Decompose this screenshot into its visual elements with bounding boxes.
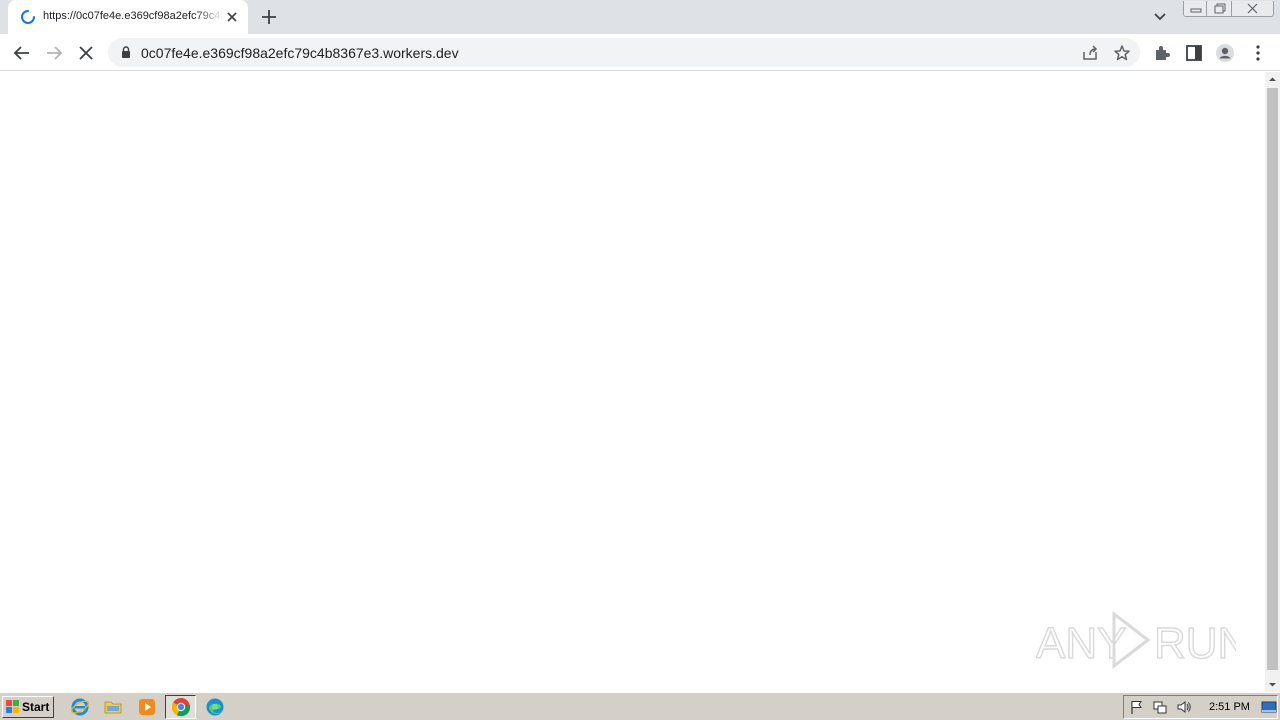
start-label: Start bbox=[22, 700, 50, 714]
tab-title: https://0c07fe4e.e369cf98a2efc79c4b8367e… bbox=[43, 10, 223, 22]
volume-icon[interactable] bbox=[1176, 699, 1192, 715]
minimize-icon bbox=[1190, 8, 1202, 13]
show-desktop-icon[interactable] bbox=[1261, 699, 1277, 715]
windows-taskbar: Start 2:51 PM bbox=[0, 692, 1280, 720]
new-tab-icon[interactable] bbox=[258, 6, 280, 28]
back-icon[interactable] bbox=[11, 42, 33, 64]
scroll-up-arrow-icon[interactable] bbox=[1265, 72, 1280, 87]
page-content[interactable] bbox=[0, 72, 1265, 692]
tab-strip: https://0c07fe4e.e369cf98a2efc79c4b8367e… bbox=[0, 0, 1280, 34]
internet-explorer-icon[interactable] bbox=[70, 697, 90, 717]
media-player-icon[interactable] bbox=[137, 697, 157, 717]
menu-icon[interactable] bbox=[1248, 43, 1268, 63]
window-close-button[interactable] bbox=[1232, 1, 1274, 17]
forward-icon[interactable] bbox=[43, 42, 65, 64]
folder-icon[interactable] bbox=[103, 697, 123, 717]
taskbar-chrome-button[interactable] bbox=[165, 695, 196, 719]
flag-icon[interactable] bbox=[1129, 699, 1145, 715]
stop-icon[interactable] bbox=[75, 42, 97, 64]
restore-icon bbox=[1214, 3, 1226, 14]
network-icon[interactable] bbox=[1152, 699, 1168, 715]
browser-toolbar: 0c07fe4e.e369cf98a2efc79c4b8367e3.worker… bbox=[0, 34, 1280, 71]
window-minimize-button[interactable] bbox=[1183, 1, 1207, 17]
side-panel-icon[interactable] bbox=[1184, 43, 1204, 63]
edge-icon[interactable] bbox=[205, 697, 225, 717]
loading-spinner-icon bbox=[21, 10, 35, 24]
url-text[interactable]: 0c07fe4e.e369cf98a2efc79c4b8367e3.worker… bbox=[141, 45, 459, 61]
start-button[interactable]: Start bbox=[2, 696, 54, 718]
tab-close-icon[interactable] bbox=[224, 9, 240, 25]
scrollbar-thumb[interactable] bbox=[1267, 88, 1278, 670]
tab-search-icon[interactable] bbox=[1150, 8, 1170, 26]
window-restore-button[interactable] bbox=[1207, 1, 1232, 17]
share-icon[interactable] bbox=[1081, 44, 1099, 62]
anyrun-watermark-logo: ANY RUN bbox=[1036, 610, 1236, 670]
close-icon bbox=[1247, 3, 1258, 14]
taskbar-clock[interactable]: 2:51 PM bbox=[1209, 701, 1250, 713]
scroll-down-arrow-icon[interactable] bbox=[1265, 677, 1280, 692]
star-icon[interactable] bbox=[1113, 44, 1131, 62]
extensions-icon[interactable] bbox=[1152, 43, 1172, 63]
chrome-icon bbox=[171, 698, 191, 717]
address-bar[interactable]: 0c07fe4e.e369cf98a2efc79c4b8367e3.worker… bbox=[108, 38, 1140, 67]
profile-icon[interactable] bbox=[1215, 43, 1235, 63]
windows-logo-icon bbox=[6, 700, 19, 713]
system-tray: 2:51 PM bbox=[1123, 695, 1278, 719]
watermark-text-run: RUN bbox=[1154, 619, 1236, 668]
lock-icon[interactable] bbox=[119, 45, 133, 59]
browser-tab[interactable]: https://0c07fe4e.e369cf98a2efc79c4b8367e… bbox=[8, 0, 248, 34]
vertical-scrollbar[interactable] bbox=[1265, 72, 1280, 692]
